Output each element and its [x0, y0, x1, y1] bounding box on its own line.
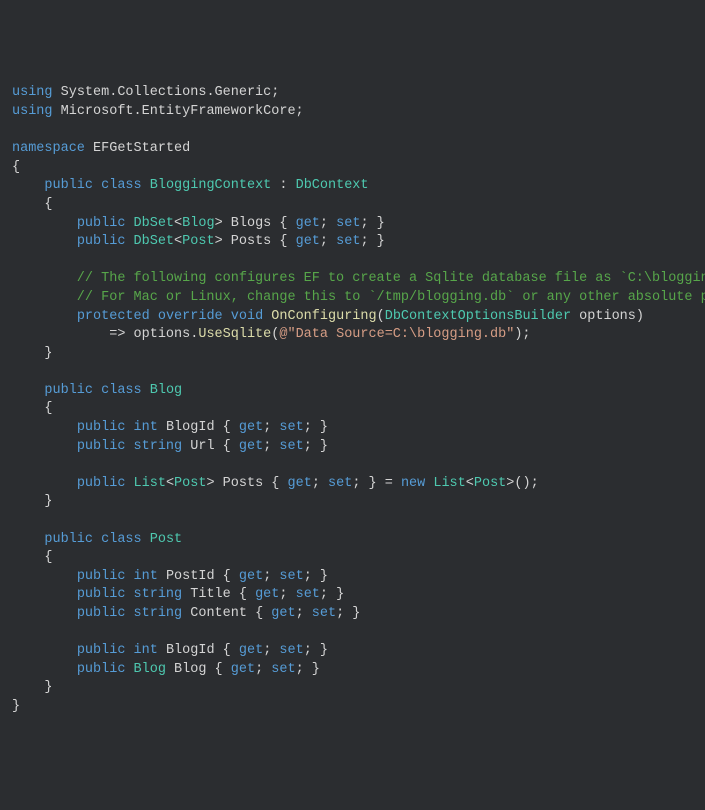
- type-dbcontext: DbContext: [296, 178, 369, 193]
- keyword-using: using: [12, 104, 53, 119]
- code-line: public string Url { get; set; }: [12, 439, 328, 454]
- method-onconfiguring: OnConfiguring: [271, 309, 376, 324]
- code-line: }: [12, 346, 53, 361]
- code-line: public DbSet<Blog> Blogs { get; set; }: [12, 216, 385, 231]
- code-line: {: [12, 550, 53, 565]
- type-post: Post: [150, 532, 182, 547]
- code-line: using Microsoft.EntityFrameworkCore;: [12, 104, 304, 119]
- comment-line: // The following configures EF to create…: [12, 271, 705, 286]
- keyword-using: using: [12, 85, 53, 100]
- code-line: namespace EFGetStarted: [12, 141, 190, 156]
- type-bloggingcontext: BloggingContext: [150, 178, 272, 193]
- code-line: {: [12, 401, 53, 416]
- code-line: public class Post: [12, 532, 182, 547]
- code-line: public string Title { get; set; }: [12, 587, 344, 602]
- code-line: }: [12, 680, 53, 695]
- code-line: public Blog Blog { get; set; }: [12, 662, 320, 677]
- code-line: {: [12, 160, 20, 175]
- code-line: public class Blog: [12, 383, 182, 398]
- code-line: public int BlogId { get; set; }: [12, 420, 328, 435]
- code-line: public List<Post> Posts { get; set; } = …: [12, 476, 539, 491]
- code-line: using System.Collections.Generic;: [12, 85, 279, 100]
- code-line: public string Content { get; set; }: [12, 606, 360, 621]
- code-line: public int BlogId { get; set; }: [12, 643, 328, 658]
- code-line: => options.UseSqlite(@"Data Source=C:\bl…: [12, 327, 531, 342]
- keyword-namespace: namespace: [12, 141, 85, 156]
- code-line: {: [12, 197, 53, 212]
- code-line: }: [12, 699, 20, 714]
- keyword-public: public: [44, 178, 93, 193]
- keyword-class: class: [101, 178, 142, 193]
- code-line: public int PostId { get; set; }: [12, 569, 328, 584]
- code-line: }: [12, 494, 53, 509]
- code-line: protected override void OnConfiguring(Db…: [12, 309, 644, 324]
- code-editor: using System.Collections.Generic; using …: [12, 84, 693, 716]
- code-line: public class BloggingContext : DbContext: [12, 178, 369, 193]
- code-line: public DbSet<Post> Posts { get; set; }: [12, 234, 385, 249]
- comment-line: // For Mac or Linux, change this to `/tm…: [12, 290, 705, 305]
- type-blog: Blog: [150, 383, 182, 398]
